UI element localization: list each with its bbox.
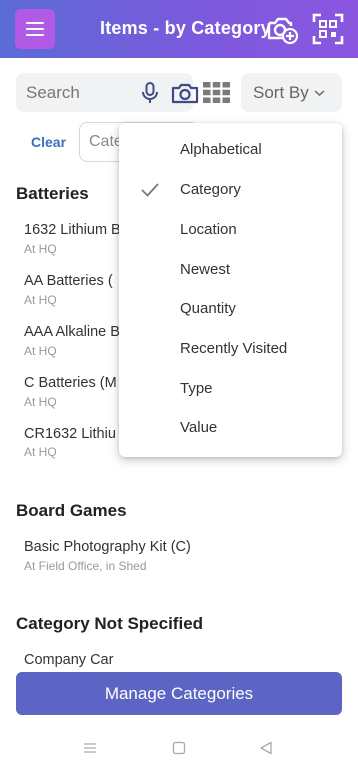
list-item-name[interactable]: AA Batteries (	[24, 273, 113, 289]
checkmark-icon	[141, 183, 159, 197]
menu-button[interactable]	[15, 9, 55, 49]
sort-by-label: Sort By	[253, 82, 309, 102]
menu-icon-line	[26, 34, 44, 36]
back-icon[interactable]	[259, 741, 273, 755]
qr-scan-icon[interactable]	[311, 12, 345, 46]
list-item-name[interactable]: Company Car	[24, 652, 113, 668]
sort-option-category[interactable]: Category	[119, 171, 342, 209]
camera-icon[interactable]	[171, 82, 199, 104]
list-item-name[interactable]: C Batteries (M	[24, 375, 117, 391]
menu-icon-line	[26, 28, 44, 30]
list-item-location: At HQ	[24, 242, 57, 256]
add-photo-icon[interactable]	[265, 12, 299, 46]
home-icon[interactable]	[172, 741, 186, 755]
list-item-location: At HQ	[24, 395, 57, 409]
sort-by-menu: Alphabetical Category Location Newest Qu…	[119, 123, 342, 457]
section-heading-board-games: Board Games	[16, 501, 127, 520]
list-item-name[interactable]: CR1632 Lithiu	[24, 426, 116, 442]
app-header: Items - by Category	[0, 0, 358, 58]
chevron-down-icon	[314, 89, 325, 96]
system-nav-bar	[0, 730, 358, 771]
sort-option-label: Category	[180, 181, 241, 198]
sort-option-type[interactable]: Type	[119, 370, 342, 408]
clear-filter-link[interactable]: Clear	[31, 134, 66, 150]
sort-option-recently-visited[interactable]: Recently Visited	[119, 330, 342, 368]
list-item-location: At HQ	[24, 293, 57, 307]
search-box[interactable]	[16, 73, 199, 112]
grid-view-icon[interactable]	[203, 82, 230, 103]
sort-by-button[interactable]: Sort By	[241, 73, 342, 112]
list-item-name[interactable]: 1632 Lithium B	[24, 222, 121, 238]
microphone-icon[interactable]	[140, 82, 160, 104]
manage-categories-button[interactable]: Manage Categories	[16, 672, 342, 715]
list-item-location: At Field Office, in Shed	[24, 559, 147, 573]
recents-icon[interactable]	[83, 741, 97, 755]
menu-icon-line	[26, 22, 44, 24]
sort-option-location[interactable]: Location	[119, 211, 342, 249]
list-item-location: At HQ	[24, 445, 57, 459]
section-heading-category-not-specified: Category Not Specified	[16, 614, 204, 633]
sort-option-value[interactable]: Value	[119, 409, 342, 447]
page-title: Items - by Category	[100, 18, 271, 38]
section-heading-batteries: Batteries	[16, 184, 89, 203]
sort-option-alphabetical[interactable]: Alphabetical	[119, 131, 342, 169]
list-item-location: At HQ	[24, 344, 57, 358]
list-item-name[interactable]: AAA Alkaline B	[24, 324, 120, 340]
search-input[interactable]	[26, 81, 126, 105]
list-item-name[interactable]: Basic Photography Kit (C)	[24, 539, 191, 555]
sort-option-quantity[interactable]: Quantity	[119, 290, 342, 328]
sort-option-newest[interactable]: Newest	[119, 251, 342, 289]
